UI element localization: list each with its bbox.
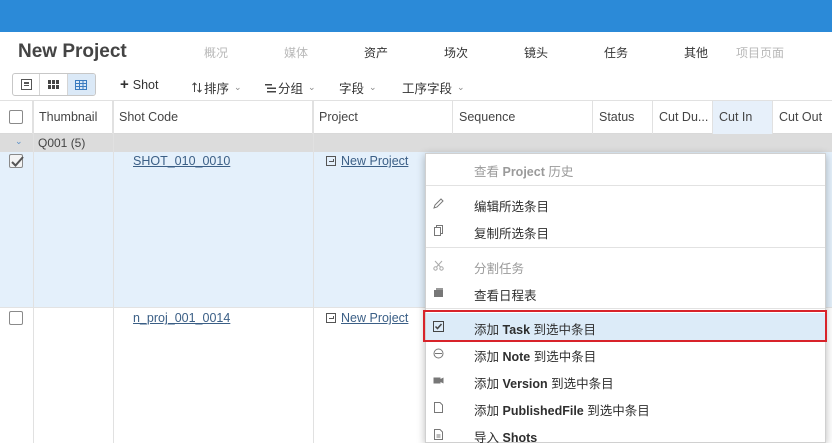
menu-item-label: 编辑所选条目	[474, 200, 550, 214]
menu-item-add-published-file[interactable]: 添加 PublishedFile 到选中条目	[426, 394, 825, 421]
schedule-icon	[434, 288, 443, 297]
sort-dropdown[interactable]: 排序 ⌄	[192, 78, 242, 97]
menu-item-add-note[interactable]: 添加 Note 到选中条目	[426, 340, 825, 367]
pipeline-fields-dropdown[interactable]: 工序字段 ⌄	[402, 78, 465, 97]
tab-shots[interactable]: 镜头	[524, 44, 548, 61]
grid-header: Thumbnail Shot Code Project Sequence Sta…	[0, 100, 832, 134]
thumbnail-grid-icon	[48, 80, 60, 89]
highlight-box	[423, 310, 827, 342]
list-grid-icon	[75, 79, 88, 90]
menu-item-edit-selected[interactable]: 编辑所选条目	[426, 190, 825, 217]
tab-sequences[interactable]: 场次	[444, 44, 468, 61]
column-divider	[113, 100, 114, 443]
plus-icon: +	[120, 76, 129, 93]
thumbnail-view-button[interactable]	[40, 74, 68, 95]
menu-item-label: 添加 Note 到选中条目	[474, 350, 597, 364]
select-all-checkbox[interactable]	[9, 110, 23, 124]
column-header-cut-duration[interactable]: Cut Du...	[653, 101, 713, 134]
group-icon	[265, 83, 276, 92]
column-header-status[interactable]: Status	[593, 101, 653, 134]
shot-code-link[interactable]: n_proj_001_0014	[133, 311, 230, 325]
fields-dropdown[interactable]: 字段 ⌄	[339, 78, 377, 97]
row-checkbox[interactable]	[9, 311, 23, 325]
group-dropdown[interactable]: 分组 ⌄	[265, 78, 316, 97]
project-link[interactable]: New Project	[341, 154, 408, 168]
menu-item-label: 添加 Version 到选中条目	[474, 377, 614, 391]
add-shot-label: Shot	[132, 78, 159, 92]
column-header-cut-out[interactable]: Cut Out	[773, 101, 832, 134]
menu-separator	[426, 247, 825, 248]
group-label: Q001 (5)	[38, 136, 86, 150]
pencil-icon	[433, 198, 444, 209]
version-icon	[433, 377, 444, 384]
menu-item-label: 导入 Shots	[474, 431, 538, 443]
scissors-icon	[433, 260, 444, 271]
menu-item-view-history[interactable]: 查看 Project 历史	[426, 155, 825, 182]
page-header: New Project 概况 媒体 资产 场次 镜头 任务 其他 项目页面	[0, 32, 832, 70]
list-view-button[interactable]	[67, 74, 95, 95]
project-icon	[326, 156, 336, 166]
menu-item-label: 分割任务	[474, 262, 525, 276]
menu-item-copy-selected[interactable]: 复制所选条目	[426, 217, 825, 244]
menu-item-import-shots[interactable]: 导入 Shots	[426, 421, 825, 443]
menu-item-add-version[interactable]: 添加 Version 到选中条目	[426, 367, 825, 394]
group-row[interactable]: ⌄ Q001 (5)	[0, 134, 832, 152]
project-icon	[326, 313, 336, 323]
toolbar: + Shot 排序 ⌄ 分组 ⌄ 字段 ⌄ 工序字段 ⌄	[0, 70, 832, 100]
project-link[interactable]: New Project	[341, 311, 408, 325]
tab-tasks[interactable]: 任务	[604, 44, 628, 61]
column-header-shot-code[interactable]: Shot Code	[113, 101, 313, 134]
row-checkbox[interactable]	[9, 154, 24, 168]
menu-item-view-schedule[interactable]: 查看日程表	[426, 279, 825, 306]
column-divider	[313, 100, 314, 443]
top-app-bar	[0, 0, 832, 32]
menu-item-label: 查看日程表	[474, 289, 537, 303]
detail-view-icon	[20, 79, 32, 90]
menu-separator	[426, 308, 825, 309]
menu-item-label: 添加 PublishedFile 到选中条目	[474, 404, 650, 418]
chevron-down-icon: ⌄	[234, 82, 242, 92]
group-label: 分组	[278, 82, 304, 96]
menu-item-split-task[interactable]: 分割任务	[426, 252, 825, 279]
tab-overview[interactable]: 概况	[204, 44, 228, 61]
chevron-down-icon: ⌄	[457, 82, 465, 92]
page-title: New Project	[18, 41, 127, 62]
fields-label: 字段	[339, 82, 365, 96]
menu-item-label: 复制所选条目	[474, 227, 550, 241]
tab-other[interactable]: 其他	[684, 44, 708, 61]
tab-media[interactable]: 媒体	[284, 44, 308, 61]
file-icon	[434, 402, 443, 413]
shot-code-link[interactable]: SHOT_010_0010	[133, 154, 230, 168]
pipeline-fields-label: 工序字段	[402, 82, 453, 96]
import-file-icon	[434, 429, 443, 440]
sort-label: 排序	[204, 82, 230, 96]
checkmark-icon	[11, 156, 24, 167]
view-mode-toggle	[12, 73, 96, 96]
copy-icon	[434, 225, 443, 236]
column-header-sequence[interactable]: Sequence	[453, 101, 593, 134]
menu-item-label: 查看 Project 历史	[474, 165, 574, 179]
column-header-project[interactable]: Project	[313, 101, 453, 134]
chevron-down-icon[interactable]: ⌄	[15, 136, 23, 147]
context-menu: 查看 Project 历史 编辑所选条目 复制所选条目 分割任务 查看日程表 添…	[425, 153, 826, 443]
sort-icon	[192, 82, 202, 93]
chevron-down-icon: ⌄	[369, 82, 377, 92]
column-divider	[33, 100, 34, 443]
column-header-cut-in[interactable]: Cut In	[713, 101, 773, 134]
tab-project-pages[interactable]: 项目页面	[736, 44, 784, 61]
chevron-down-icon: ⌄	[308, 82, 316, 92]
menu-separator	[426, 185, 825, 186]
add-shot-button[interactable]: + Shot	[120, 76, 159, 93]
column-header-thumbnail[interactable]: Thumbnail	[33, 101, 113, 134]
tab-assets[interactable]: 资产	[364, 44, 388, 61]
select-all-column	[0, 101, 33, 134]
detail-view-button[interactable]	[13, 74, 41, 95]
note-icon	[433, 348, 444, 359]
